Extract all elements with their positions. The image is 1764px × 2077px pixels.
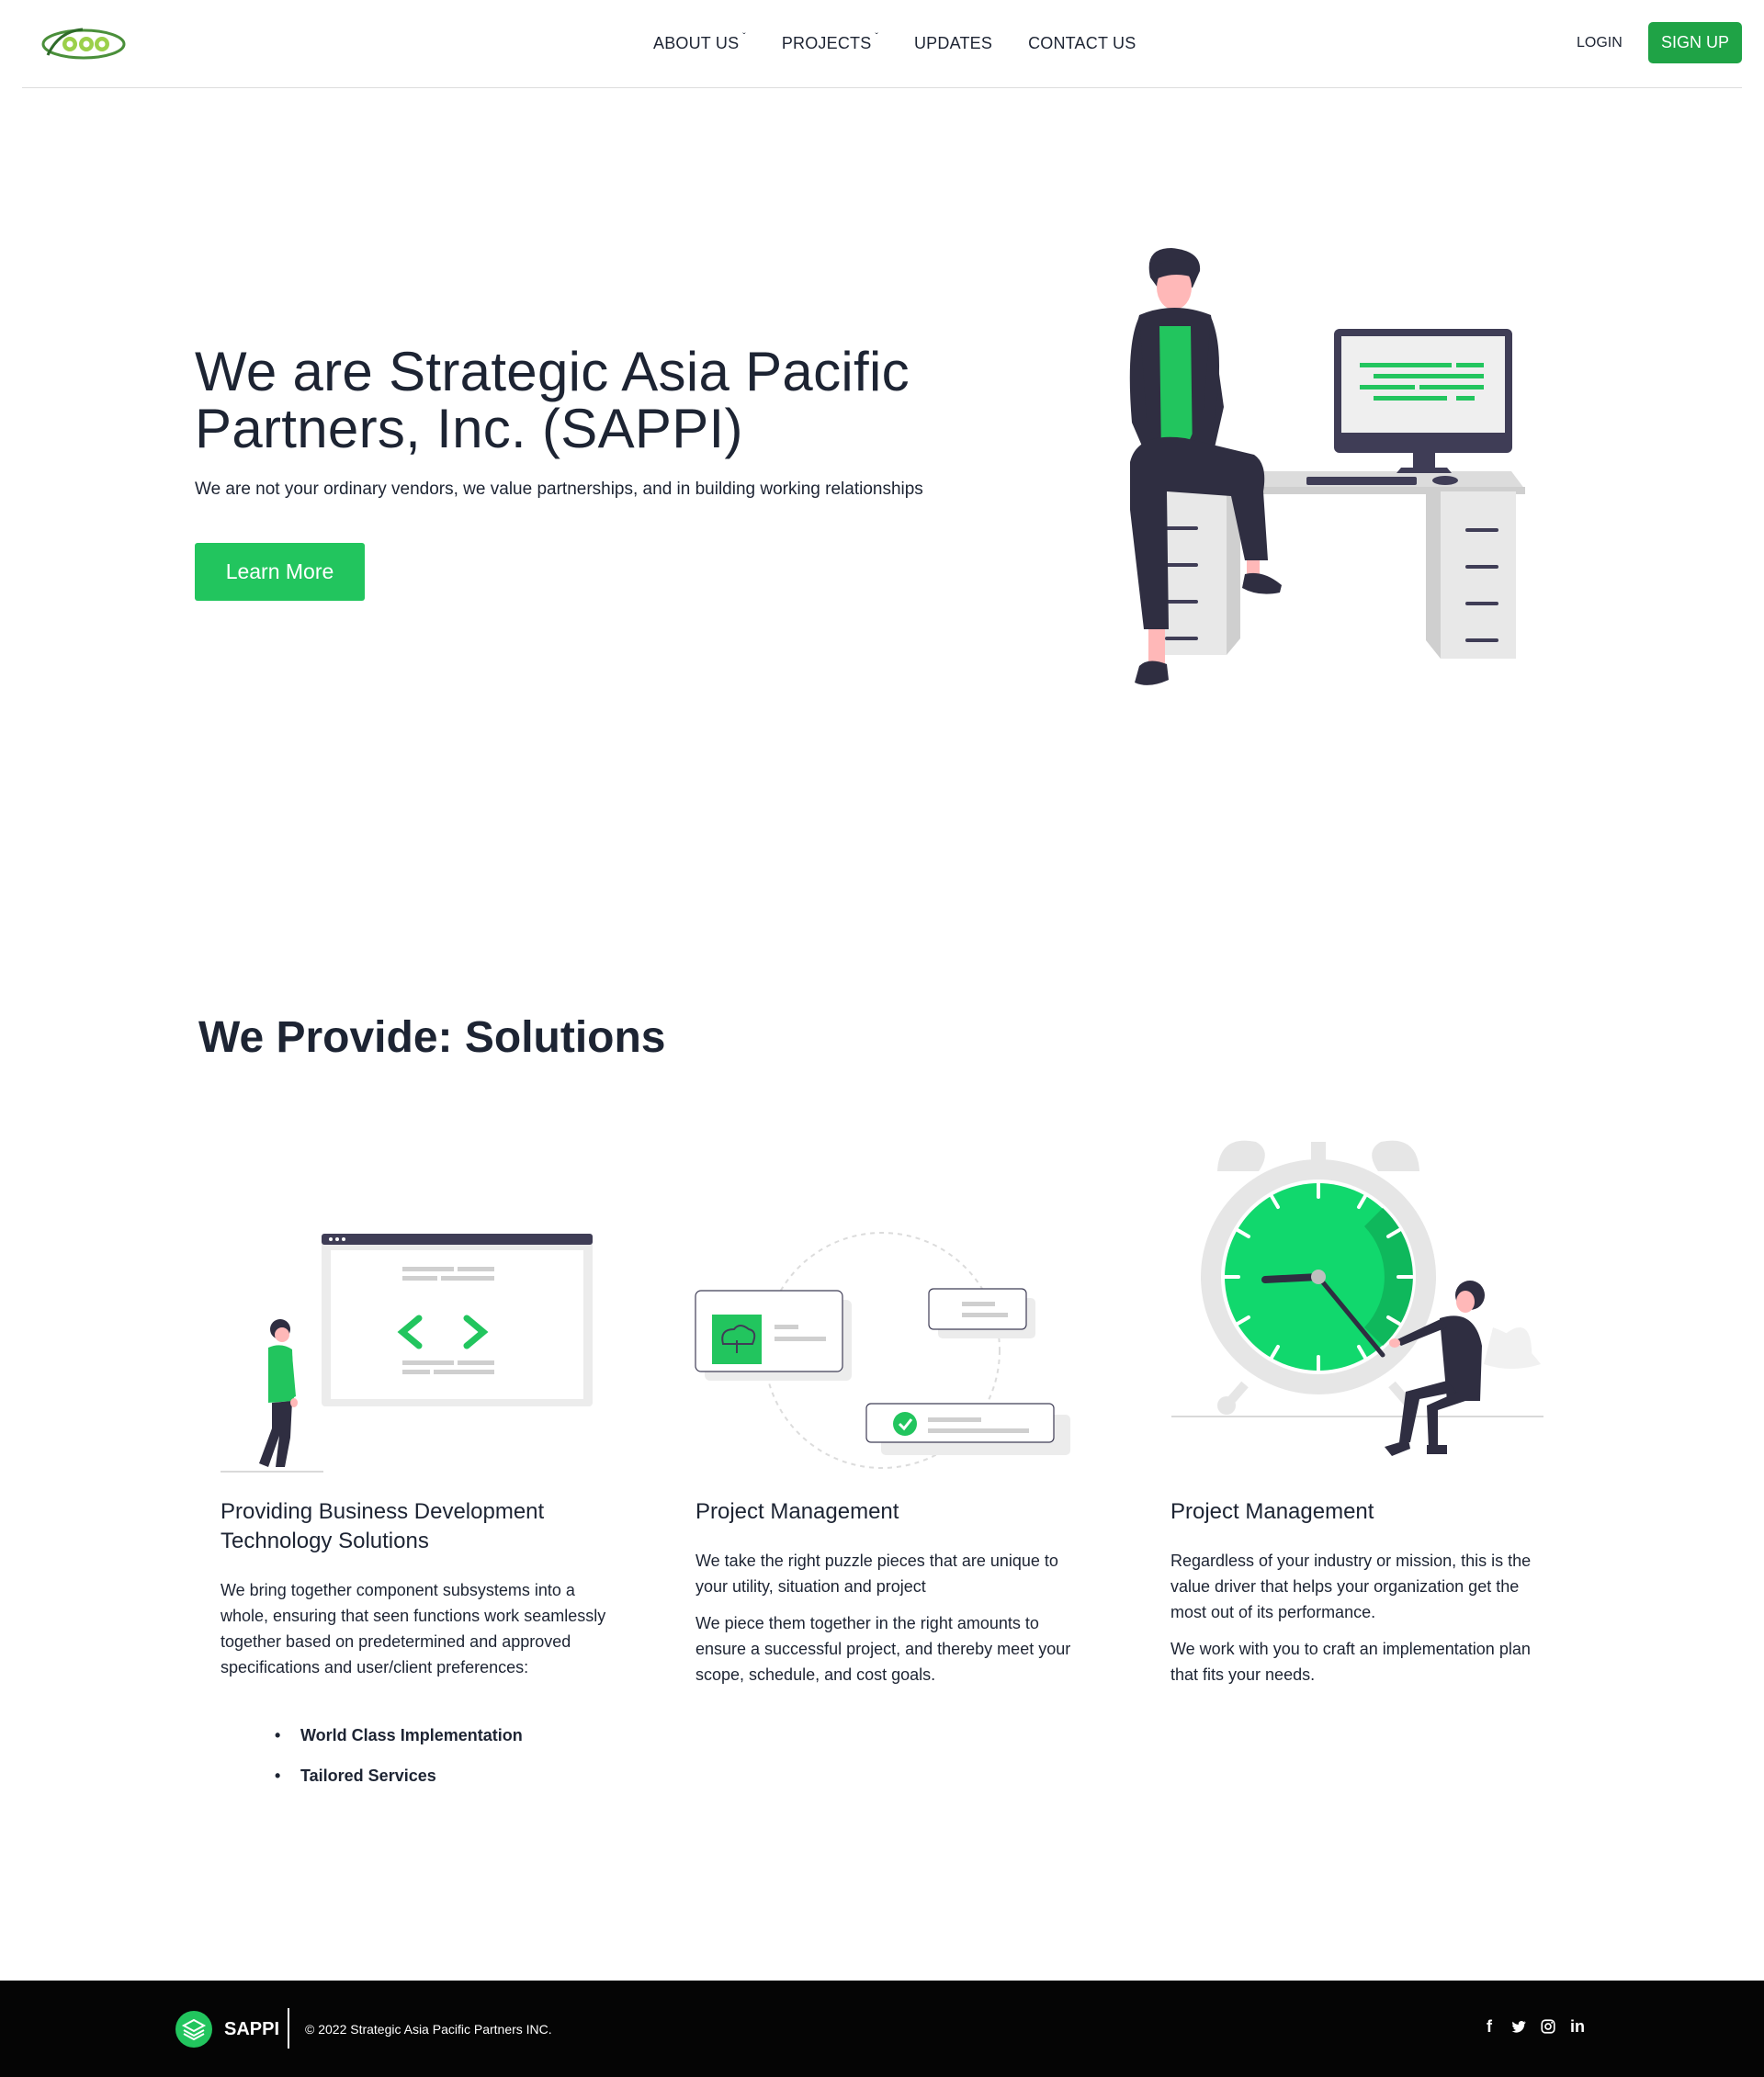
nav-about-us[interactable]: ABOUT US ˇ <box>653 31 746 53</box>
sappi-logo[interactable] <box>40 24 127 64</box>
footer: SAPPI © 2022 Strategic Asia Pacific Part… <box>0 1981 1764 2077</box>
alarm-clock-illustration <box>1171 1140 1544 1456</box>
hero-title: We are Strategic Asia Pacific Partners, … <box>195 341 910 459</box>
learn-more-button[interactable]: Learn More <box>195 543 365 601</box>
hero-subtitle: We are not your ordinary vendors, we val… <box>195 480 923 499</box>
twitter-icon[interactable] <box>1510 2015 1528 2037</box>
section-title: We Provide: Solutions <box>198 1013 666 1062</box>
linkedin-icon[interactable]: in <box>1568 2015 1587 2037</box>
footer-copyright: © 2022 Strategic Asia Pacific Partners I… <box>305 2022 552 2037</box>
facebook-icon[interactable]: f <box>1480 2015 1498 2037</box>
social-links: f in <box>1480 2015 1587 2037</box>
nav-updates[interactable]: UPDATES <box>914 34 992 53</box>
nav-about-us-label: ABOUT US <box>653 33 740 52</box>
layers-icon[interactable] <box>175 2011 212 2048</box>
workflow-cards-illustration <box>695 1232 1070 1469</box>
hero-desk-illustration <box>1129 248 1525 685</box>
solution-1-title: Providing Business Development Technolog… <box>220 1499 545 1553</box>
nav-projects-label: PROJECTS <box>781 33 872 52</box>
navbar: ABOUT US ˇ PROJECTS ˇ UPDATES CONTACT US… <box>22 0 1742 88</box>
instagram-icon[interactable] <box>1539 2015 1557 2037</box>
code-window-illustration <box>220 1234 593 1473</box>
solution-1-paragraph: We bring together component subsystems i… <box>220 1581 606 1676</box>
footer-divider <box>288 2008 289 2049</box>
solution-1-bullet-2: Tailored Services <box>275 1767 436 1786</box>
footer-brand: SAPPI <box>224 2019 280 2039</box>
solution-3-paragraph-1: Regardless of your industry or mission, … <box>1170 1552 1532 1621</box>
nav-updates-label: UPDATES <box>913 33 993 52</box>
solution-2-title: Project Management <box>695 1499 899 1524</box>
login-link[interactable]: LOGIN <box>1577 35 1623 51</box>
nav-projects[interactable]: PROJECTS ˇ <box>781 31 878 53</box>
chevron-down-icon: ˇ <box>875 31 878 42</box>
solution-1-bullet-1: World Class Implementation <box>275 1726 523 1745</box>
solution-3-paragraph-2: We work with you to craft an implementat… <box>1170 1640 1531 1684</box>
solution-3-title: Project Management <box>1170 1499 1374 1524</box>
chevron-down-icon: ˇ <box>742 31 746 42</box>
signup-button[interactable]: SIGN UP <box>1648 22 1742 63</box>
nav-contact-us-label: CONTACT US <box>1028 33 1136 52</box>
solution-2-paragraph-1: We take the right puzzle pieces that are… <box>695 1552 1058 1596</box>
solution-2-paragraph-2: We piece them together in the right amou… <box>695 1614 1071 1684</box>
nav-contact-us[interactable]: CONTACT US <box>1028 34 1136 53</box>
nav-links: ABOUT US ˇ PROJECTS ˇ UPDATES CONTACT US <box>653 0 1171 86</box>
